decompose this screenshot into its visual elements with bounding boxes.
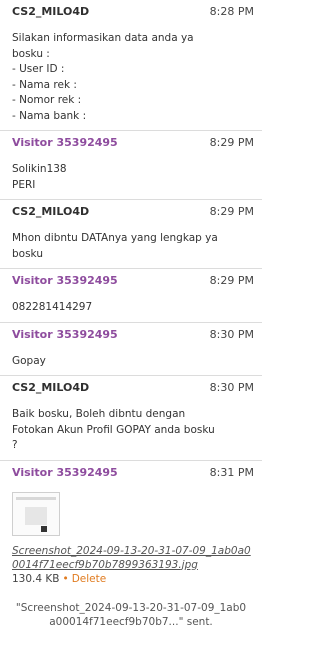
file-attachment: Screenshot_2024-09-13-20-31-07-09_1ab0a0… <box>12 491 254 585</box>
message-sender: Visitor 35392495 <box>12 274 118 287</box>
message-sender: CS2_MILO4D <box>12 5 90 18</box>
message-text: Silakan informasikan data anda ya bosku … <box>12 32 194 122</box>
delete-attachment-link[interactable]: Delete <box>72 573 107 585</box>
chat-transcript: CS2_MILO4D 8:28 PM Silakan informasikan … <box>0 0 262 629</box>
attachment-size: 130.4 KB <box>12 572 60 585</box>
message-time: 8:31 PM <box>209 465 254 479</box>
message-sender: Visitor 35392495 <box>12 465 118 479</box>
message-time: 8:29 PM <box>209 274 254 287</box>
chat-message: Visitor 35392495 8:30 PM Gopay <box>0 323 262 376</box>
chat-message: CS2_MILO4D 8:30 PM Baik bosku, Boleh dib… <box>0 376 262 461</box>
message-text: 082281414297 <box>12 301 93 313</box>
chat-message: Visitor 35392495 8:31 PM Screenshot_2024… <box>0 461 262 591</box>
attachment-meta: 130.4 KB • Delete <box>12 573 254 585</box>
attachment-thumbnail[interactable] <box>12 491 60 536</box>
meta-separator: • <box>62 572 69 585</box>
message-sender: CS2_MILO4D <box>12 205 90 218</box>
message-time: 8:28 PM <box>209 5 254 18</box>
chat-message: Visitor 35392495 8:29 PM 082281414297 <box>0 269 262 323</box>
chat-message: CS2_MILO4D 8:28 PM Silakan informasikan … <box>0 0 262 131</box>
attachment-filename-link[interactable]: Screenshot_2024-09-13-20-31-07-09_1ab0a0… <box>12 544 254 572</box>
message-text: Mhon dibntu DATAnya yang lengkap ya bosk… <box>12 232 218 260</box>
message-text: Gopay <box>12 354 46 367</box>
message-sender: Visitor 35392495 <box>12 327 118 341</box>
message-time: 8:29 PM <box>209 136 254 149</box>
message-text: Baik bosku, Boleh dibntu dengan Fotokan … <box>12 408 215 451</box>
message-time: 8:29 PM <box>209 205 254 218</box>
file-sent-notice: "Screenshot_2024-09-13-20-31-07-09_1ab0a… <box>15 601 247 628</box>
chat-message: CS2_MILO4D 8:29 PM Mhon dibntu DATAnya y… <box>0 200 262 269</box>
message-sender: Visitor 35392495 <box>12 136 118 149</box>
message-time: 8:30 PM <box>209 327 254 341</box>
message-sender: CS2_MILO4D <box>12 381 90 394</box>
chat-message: Visitor 35392495 8:29 PM Solikin138 PERI <box>0 131 262 200</box>
message-text: Solikin138 PERI <box>12 163 67 191</box>
message-time: 8:30 PM <box>209 381 254 394</box>
